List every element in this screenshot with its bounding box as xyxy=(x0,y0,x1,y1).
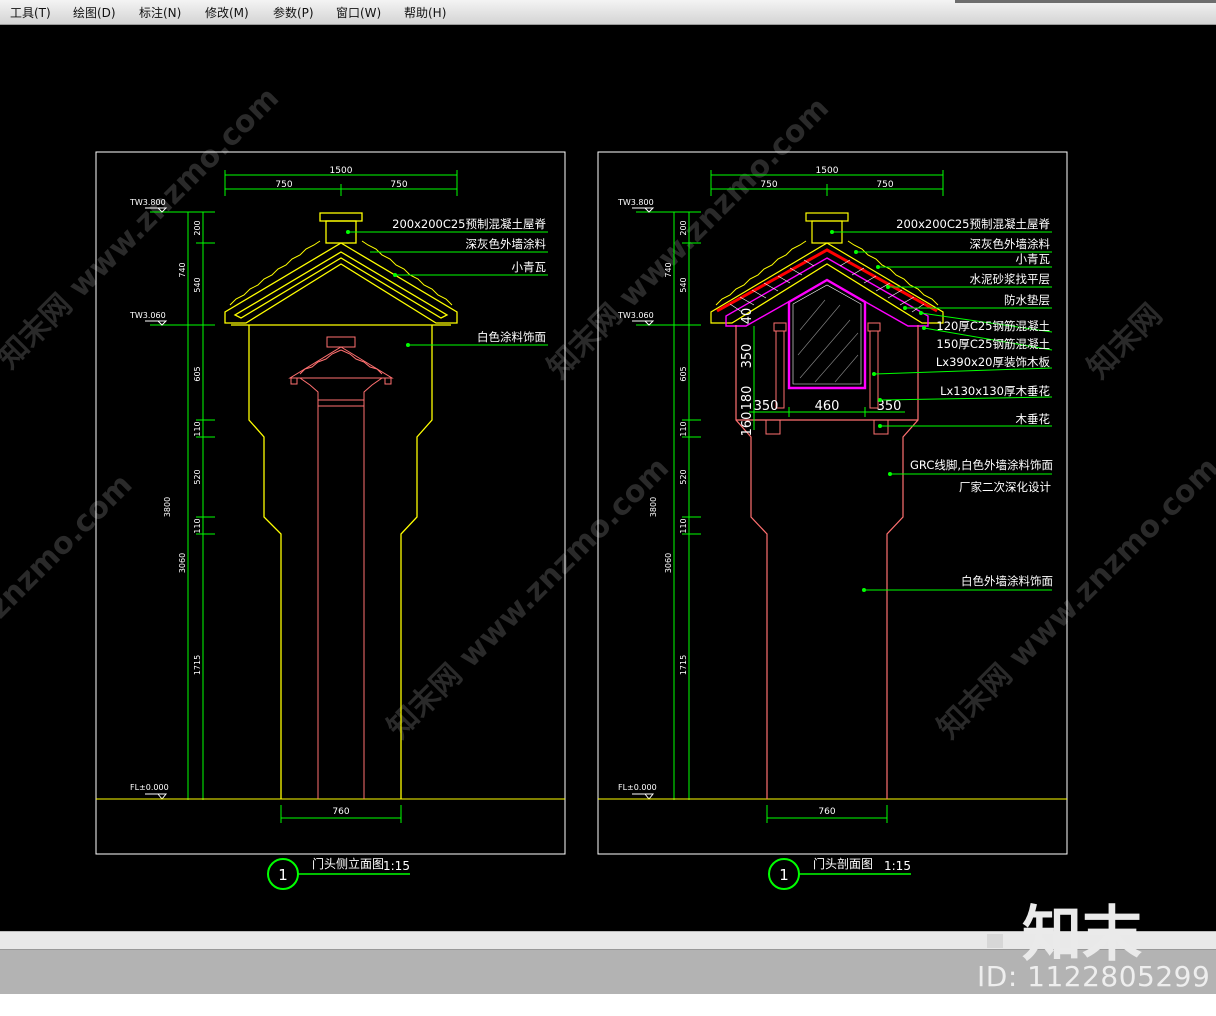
right-pillar-outline xyxy=(735,325,919,799)
right-level-ground: FL±0.000 xyxy=(618,783,657,792)
right-note-concrete-120: 120厚C25钢筋混凝土 xyxy=(936,319,1050,333)
right-level-mid: TW3.060 xyxy=(617,311,654,320)
left-title-index: 1 xyxy=(278,866,288,884)
menu-modify[interactable]: 修改(M) xyxy=(205,4,249,21)
left-dim-3060: 3060 xyxy=(178,553,187,573)
menu-draw[interactable]: 绘图(D) xyxy=(73,4,116,21)
right-note-concrete-150: 150厚C25钢筋混凝土 xyxy=(936,337,1050,351)
right-sheet: 1500 750 750 TW3.800 TW3.060 FL±0.000 20… xyxy=(597,151,1068,890)
right-title: 门头剖面图 xyxy=(813,856,873,871)
left-level-mid: TW3.060 xyxy=(129,311,166,320)
right-note-grc: GRC线脚,白色外墙涂料饰面 xyxy=(910,458,1053,472)
section-dim-160: 160 xyxy=(740,412,755,437)
left-title: 门头侧立面图 xyxy=(312,856,384,871)
left-dim-520: 520 xyxy=(193,469,202,484)
left-dim-half-left: 750 xyxy=(275,180,292,190)
right-level-top: TW3.800 xyxy=(617,198,654,207)
left-note-white: 白色涂料饰面 xyxy=(477,330,546,344)
right-dim-3800: 3800 xyxy=(649,497,658,517)
left-dim-1715: 1715 xyxy=(193,655,202,675)
svg-text:znzmo.com: znzmo.com xyxy=(0,467,139,626)
right-dim-520: 520 xyxy=(679,469,688,484)
right-note-ridge: 200x200C25预制混凝土屋脊 xyxy=(896,217,1050,231)
menu-tools[interactable]: 工具(T) xyxy=(10,4,51,21)
left-dim-bottom: 760 xyxy=(332,807,349,817)
menu-window[interactable]: 窗口(W) xyxy=(336,4,381,21)
menu-help[interactable]: 帮助(H) xyxy=(404,4,446,21)
right-dim-605: 605 xyxy=(679,366,688,381)
left-dim-110a: 110 xyxy=(193,421,202,436)
drawing-canvas[interactable]: 知末网 www.znzmo.com znzmo.com 知末网 www.znzm… xyxy=(0,25,1216,931)
right-dim-110b: 110 xyxy=(679,518,688,533)
menu-bar: 工具(T) 绘图(D) 标注(N) 修改(M) 参数(P) 窗口(W) 帮助(H… xyxy=(0,0,1216,25)
svg-text:知末网: 知末网 xyxy=(1081,297,1169,385)
right-title-index: 1 xyxy=(779,866,789,884)
left-dim-740: 740 xyxy=(178,262,187,277)
left-dim-half-right: 750 xyxy=(390,180,407,190)
right-dim-200: 200 xyxy=(679,220,688,235)
left-dim-540: 540 xyxy=(193,277,202,292)
svg-text:知末网 www.znzmo.com: 知末网 www.znzmo.com xyxy=(381,451,676,746)
right-dim-110a: 110 xyxy=(679,421,688,436)
svg-text:知末网 www.znzmo.com: 知末网 www.znzmo.com xyxy=(0,81,286,376)
right-dim-half-right: 750 xyxy=(876,180,893,190)
right-note-wood-pendant: 木垂花 xyxy=(1016,412,1051,426)
section-dim-w-mid: 460 xyxy=(815,399,840,414)
right-note-wood-pendant-130: Lx130x130厚木垂花 xyxy=(940,384,1050,398)
section-dim-40: 40 xyxy=(740,308,755,325)
left-inner-column xyxy=(288,336,394,799)
left-title-scale: 1:15 xyxy=(383,859,410,873)
right-note-wood-board: Lx390x20厚装饰木板 xyxy=(936,355,1051,369)
right-title-scale: 1:15 xyxy=(884,859,911,873)
svg-text:知末网 www.znzmo.com: 知末网 www.znzmo.com xyxy=(541,91,836,386)
right-note-tile: 小青瓦 xyxy=(1016,252,1051,266)
left-dim-110b: 110 xyxy=(193,518,202,533)
right-dim-total: 1500 xyxy=(816,166,839,176)
right-note-mortar: 水泥砂浆找平层 xyxy=(970,272,1051,286)
toolbar-edge xyxy=(955,0,1216,3)
left-dim-605: 605 xyxy=(193,366,202,381)
menu-parameters[interactable]: 参数(P) xyxy=(273,4,314,21)
left-level-top: TW3.800 xyxy=(129,198,166,207)
right-note-waterproof: 防水垫层 xyxy=(1004,293,1050,307)
right-dim-half-left: 750 xyxy=(760,180,777,190)
left-dim-200: 200 xyxy=(193,220,202,235)
left-dim-3800: 3800 xyxy=(163,497,172,517)
left-note-tile: 小青瓦 xyxy=(512,260,547,274)
right-dim-bottom: 760 xyxy=(818,807,835,817)
svg-text:知末网 www.znzmo.com: 知末网 www.znzmo.com xyxy=(931,451,1216,746)
left-dim-total: 1500 xyxy=(330,166,353,176)
image-id-label: ID: 1122805299 xyxy=(977,960,1211,993)
right-dim-740: 740 xyxy=(664,262,673,277)
right-dim-540: 540 xyxy=(679,277,688,292)
right-note-white: 白色外墙涂料饰面 xyxy=(961,574,1053,588)
menu-dimension[interactable]: 标注(N) xyxy=(139,4,181,21)
right-dim-1715: 1715 xyxy=(679,655,688,675)
right-note-vendor: 厂家二次深化设计 xyxy=(959,480,1051,494)
section-dim-w-left: 350 xyxy=(754,399,779,414)
right-dim-3060: 3060 xyxy=(664,553,673,573)
section-dim-350: 350 xyxy=(740,344,755,369)
left-sheet: 1500 750 750 TW3.800 TW3.060 FL±0.000 20… xyxy=(95,151,566,890)
left-note-ridge: 200x200C25预制混凝土屋脊 xyxy=(392,217,546,231)
left-level-ground: FL±0.000 xyxy=(130,783,169,792)
right-note-paint-grey: 深灰色外墙涂料 xyxy=(970,237,1051,251)
left-note-paint-grey: 深灰色外墙涂料 xyxy=(466,237,547,251)
status-square-icon xyxy=(987,934,1003,948)
